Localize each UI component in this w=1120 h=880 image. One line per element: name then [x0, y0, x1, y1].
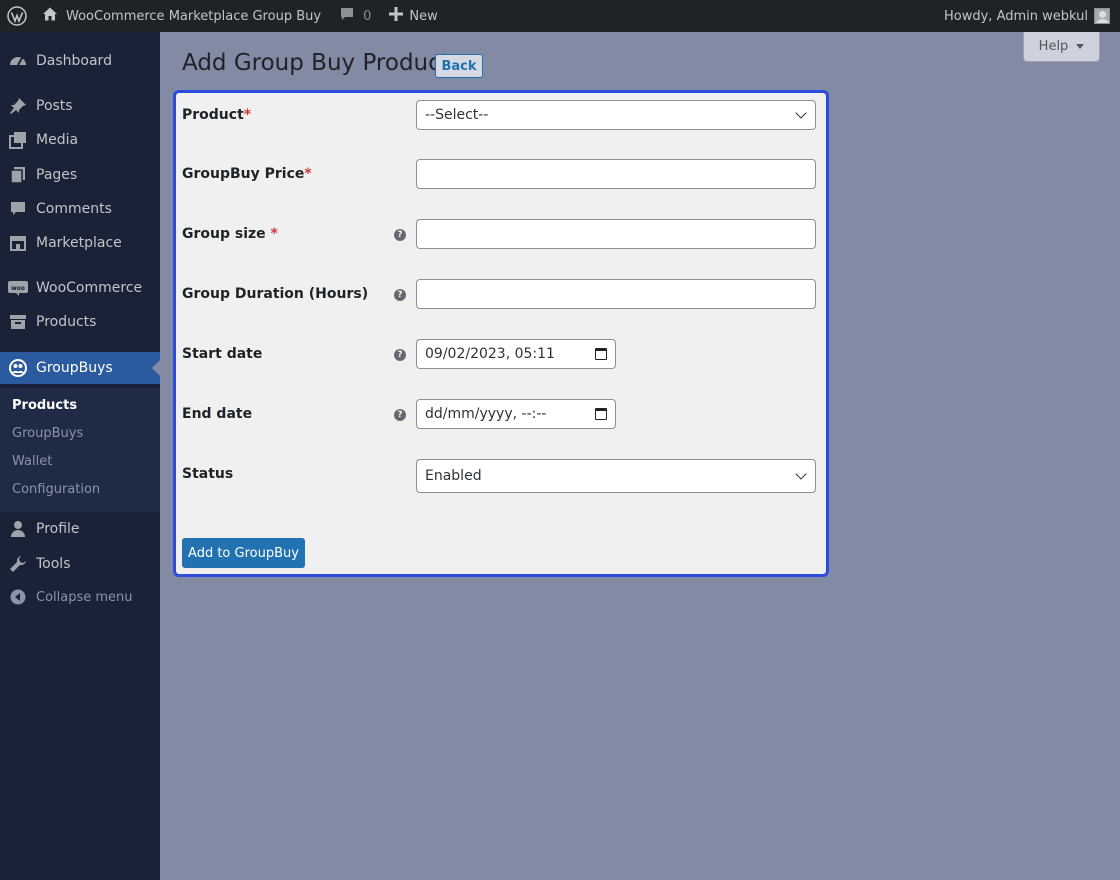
start-date-input[interactable]: 09/02/2023, 05:11 [416, 339, 616, 369]
back-button[interactable]: Back [435, 54, 483, 78]
end-date-input[interactable]: dd/mm/yyyy, --:-- [416, 399, 616, 429]
comments-link[interactable]: 0 [331, 0, 379, 32]
comment-icon [0, 200, 36, 218]
woo-icon: woo [0, 280, 36, 296]
sidebar-item-label: Tools [36, 556, 71, 572]
plus-icon [389, 7, 404, 25]
account-menu[interactable]: Howdy, Admin webkul [944, 0, 1120, 32]
submenu-item-products[interactable]: Products [12, 398, 77, 413]
sidebar-item-comments[interactable]: Comments [0, 192, 160, 226]
pages-icon [0, 166, 36, 184]
price-label: GroupBuy Price* [182, 166, 312, 182]
groupbuy-icon [0, 358, 36, 378]
group-buy-form: Product* --Select-- GroupBuy Price* Grou… [173, 90, 829, 577]
price-label-text: GroupBuy Price [182, 166, 305, 182]
greeting: Howdy, Admin webkul [944, 8, 1088, 24]
help-label: Help [1038, 39, 1069, 54]
sidebar-item-dashboard[interactable]: Dashboard [0, 44, 160, 78]
sidebar-item-profile[interactable]: Profile [0, 512, 160, 546]
sidebar-item-label: Marketplace [36, 235, 122, 251]
product-label: Product* [182, 107, 251, 123]
admin-bar: WooCommerce Marketplace Group Buy 0 New … [0, 0, 1120, 32]
archive-icon [0, 313, 36, 331]
new-label: New [409, 8, 438, 24]
submenu-item-groupbuys[interactable]: GroupBuys [12, 426, 83, 441]
group-size-label-text: Group size [182, 226, 271, 242]
page-title: Add Group Buy Product [182, 50, 450, 76]
sidebar-item-label: WooCommerce [36, 280, 143, 296]
sidebar-item-label: Posts [36, 98, 73, 114]
submenu-item-configuration[interactable]: Configuration [12, 482, 100, 497]
sidebar-item-label: Media [36, 132, 79, 148]
status-select[interactable]: Enabled [416, 459, 816, 493]
media-icon [0, 131, 36, 149]
start-date-label: Start date [182, 346, 263, 362]
add-to-groupbuy-button[interactable]: Add to GroupBuy [182, 538, 305, 568]
required-mark: * [270, 226, 278, 242]
product-select[interactable]: --Select-- [416, 100, 816, 130]
chevron-down-icon [795, 107, 807, 119]
submenu-item-wallet[interactable]: Wallet [12, 454, 52, 469]
pin-icon [0, 97, 36, 115]
sidebar-item-marketplace[interactable]: Marketplace [0, 226, 160, 260]
sidebar-item-label: Products [36, 314, 97, 330]
wordpress-icon [7, 6, 27, 26]
user-icon [0, 520, 36, 538]
help-tip-icon[interactable]: ? [394, 409, 406, 421]
help-tip-icon[interactable]: ? [394, 289, 406, 301]
groupbuy-price-input[interactable] [416, 159, 816, 189]
collapse-arrow-icon [0, 589, 36, 605]
sidebar-item-label: Dashboard [36, 53, 112, 69]
end-date-label: End date [182, 406, 253, 422]
sidebar-item-tools[interactable]: Tools [0, 547, 160, 581]
product-label-text: Product [182, 107, 244, 123]
group-size-label: Group size * [182, 226, 278, 242]
sidebar-item-label: Comments [36, 201, 112, 217]
help-tab-button[interactable]: Help [1023, 32, 1100, 62]
groupbuys-submenu: Products GroupBuys Wallet Configuration [0, 388, 160, 512]
product-select-value: --Select-- [425, 107, 489, 123]
sidebar-item-label: GroupBuys [36, 360, 113, 376]
new-content-button[interactable]: New [381, 0, 445, 32]
calendar-icon[interactable] [595, 408, 607, 420]
status-select-value: Enabled [425, 468, 482, 484]
start-date-value: 09/02/2023, 05:11 [425, 346, 555, 362]
avatar [1094, 8, 1110, 24]
collapse-menu-button[interactable]: Collapse menu [0, 585, 160, 609]
sidebar-item-pages[interactable]: Pages [0, 158, 160, 192]
sidebar-item-label: Pages [36, 167, 78, 183]
required-mark: * [304, 166, 312, 182]
sidebar-item-posts[interactable]: Posts [0, 89, 160, 123]
comments-count: 0 [363, 8, 372, 24]
wordpress-logo-button[interactable] [0, 0, 34, 32]
status-label: Status [182, 466, 234, 482]
end-date-value: dd/mm/yyyy, --:-- [425, 406, 547, 422]
chevron-down-icon [1076, 44, 1085, 49]
required-mark: * [243, 107, 252, 123]
sidebar-item-media[interactable]: Media [0, 123, 160, 157]
duration-label: Group Duration (Hours) [182, 286, 369, 302]
group-size-input[interactable] [416, 219, 816, 249]
sidebar-item-products[interactable]: Products [0, 305, 160, 339]
chevron-down-icon [795, 468, 807, 480]
site-name: WooCommerce Marketplace Group Buy [66, 8, 322, 24]
store-icon [0, 234, 36, 252]
calendar-icon[interactable] [595, 348, 607, 360]
sidebar-item-woocommerce[interactable]: woo WooCommerce [0, 271, 160, 305]
svg-text:woo: woo [11, 285, 25, 292]
wrench-icon [0, 555, 36, 573]
comment-icon [339, 6, 355, 26]
sidebar-item-label: Profile [36, 521, 80, 537]
dashboard-icon [0, 52, 36, 70]
sidebar-item-groupbuys[interactable]: GroupBuys [0, 352, 160, 384]
help-tip-icon[interactable]: ? [394, 349, 406, 361]
group-duration-input[interactable] [416, 279, 816, 309]
admin-sidebar: Dashboard Posts Media Pages Comments Mar… [0, 32, 160, 880]
site-name-link[interactable]: WooCommerce Marketplace Group Buy [34, 0, 329, 32]
help-tip-icon[interactable]: ? [394, 229, 406, 241]
collapse-label: Collapse menu [36, 589, 133, 605]
home-icon [42, 6, 58, 26]
